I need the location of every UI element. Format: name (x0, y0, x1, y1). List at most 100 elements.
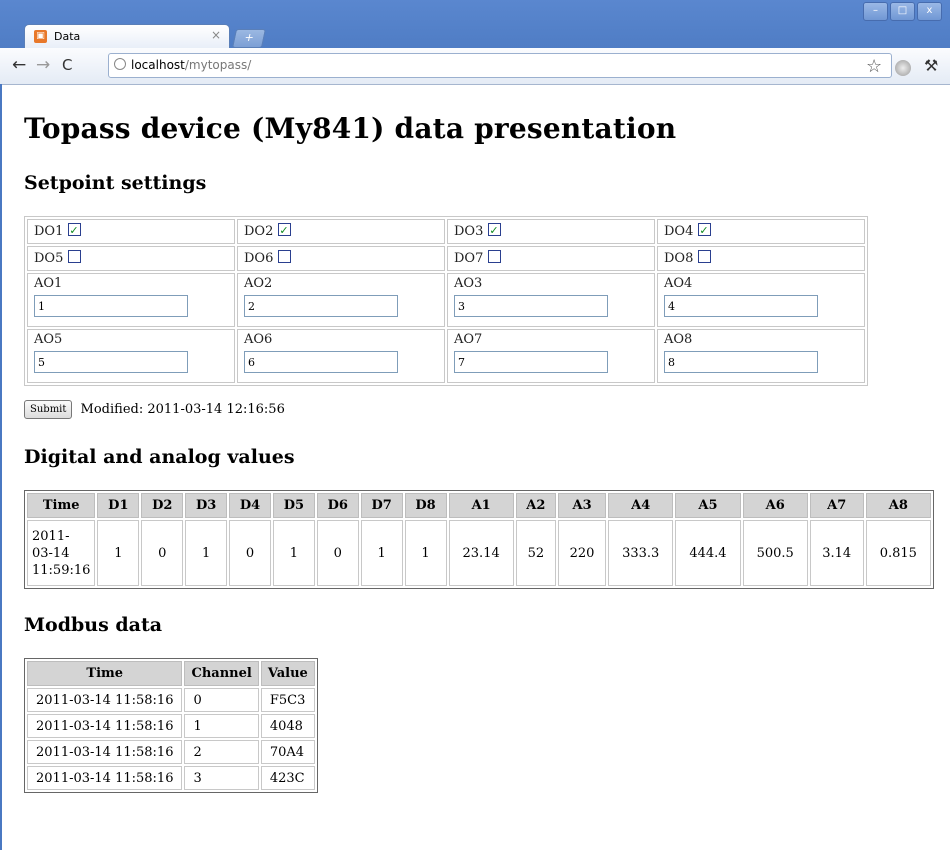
setpoint-table: DO1 DO2 DO3 DO4 DO5 DO6 DO7 DO8 AO1 AO2 … (24, 216, 868, 386)
ao7-input[interactable] (454, 351, 608, 373)
back-button[interactable]: ← (12, 55, 26, 75)
page-title: Topass device (My841) data presentation (24, 112, 677, 145)
values-table: Time D1 D2 D3 D4 D5 D6 D7 D8 A1 A2 A3 A4 A5 A6 A7 A8 201… (24, 490, 934, 589)
modbus-cell: 423C (260, 766, 315, 790)
values-cell: 500.5 (742, 520, 808, 586)
values-row: 2011- 03-14 11:59:16 1 0 1 0 1 0 1 1 23.14 52 220 33… (27, 520, 931, 586)
close-tab-icon[interactable]: × (211, 28, 221, 42)
ao2-input[interactable] (244, 295, 398, 317)
modbus-cell: 2011-03-14 11:58:16 (27, 688, 183, 712)
do-row: DO1 DO2 DO3 DO4 (27, 219, 865, 244)
minimize-button[interactable]: – (863, 2, 888, 21)
do2-checkbox[interactable] (278, 221, 292, 240)
ao1-input[interactable] (34, 295, 188, 317)
bookmark-star-icon[interactable]: ☆ (866, 56, 882, 77)
ao-label: AO4 (664, 276, 693, 291)
do1-checkbox[interactable] (68, 221, 82, 240)
setpoint-heading: Setpoint settings (24, 172, 207, 194)
values-column-header: D4 (229, 493, 271, 518)
do4-checkbox[interactable] (698, 221, 712, 240)
values-cell: 23.14 (448, 520, 514, 586)
ao-cell: AO8 (657, 329, 865, 383)
values-column-header: D3 (185, 493, 228, 518)
do-label: DO7 (454, 251, 484, 266)
do-label: DO2 (244, 224, 274, 239)
modified-timestamp: Modified: 2011-03-14 12:16:56 (80, 402, 285, 417)
do-cell: DO7 (447, 246, 655, 271)
tab-title: Data (54, 30, 81, 43)
do3-checkbox[interactable] (488, 221, 502, 240)
values-cell: 220 (558, 520, 607, 586)
do-cell: DO3 (447, 219, 655, 244)
ao-cell: AO6 (237, 329, 445, 383)
ao8-input[interactable] (664, 351, 818, 373)
values-column-header: D6 (316, 493, 359, 518)
values-time-cell: 2011- 03-14 11:59:16 (27, 520, 96, 586)
modbus-cell: 2011-03-14 11:58:16 (27, 766, 183, 790)
values-column-header: D5 (272, 493, 315, 518)
ao-label: AO6 (244, 332, 273, 347)
modbus-column-header: Value (260, 661, 315, 686)
modbus-table: Time Channel Value 2011-03-14 11:58:16 0 F5C… (24, 658, 318, 793)
values-column-header: A8 (865, 493, 931, 518)
modbus-cell: 1 (184, 714, 259, 738)
values-column-header: A2 (515, 493, 556, 518)
do-label: DO8 (664, 251, 694, 266)
ao-cell: AO2 (237, 273, 445, 327)
ao-row: AO5 AO6 AO7 AO8 (27, 329, 865, 383)
ao-row: AO1 AO2 AO3 AO4 (27, 273, 865, 327)
modbus-column-header: Time (27, 661, 183, 686)
url-text[interactable]: localhost/mytopass/ (131, 58, 251, 72)
ao6-input[interactable] (244, 351, 398, 373)
wrench-icon[interactable]: ⚒ (924, 56, 938, 75)
modbus-cell: 0 (184, 688, 259, 712)
favicon-icon: ▣ (34, 30, 47, 43)
modbus-header-row: Time Channel Value (27, 661, 315, 686)
values-cell: 0 (316, 520, 359, 586)
modbus-heading: Modbus data (24, 614, 163, 636)
values-cell: 1 (360, 520, 403, 586)
maximize-button[interactable]: □ (890, 2, 915, 21)
page-info-icon (114, 58, 126, 70)
submit-button[interactable]: Submit (24, 400, 73, 419)
modbus-cell: 4048 (260, 714, 315, 738)
values-cell: 52 (515, 520, 556, 586)
values-cell: 444.4 (675, 520, 741, 586)
ao-cell: AO3 (447, 273, 655, 327)
do-cell: DO5 (27, 246, 235, 271)
ao3-input[interactable] (454, 295, 608, 317)
values-cell: 0 (141, 520, 184, 586)
ao4-input[interactable] (664, 295, 818, 317)
values-column-header: D8 (404, 493, 447, 518)
values-column-header: D2 (141, 493, 184, 518)
reload-button[interactable]: C (62, 55, 72, 75)
modbus-row: 2011-03-14 11:58:16 3 423C (27, 766, 315, 790)
modbus-cell: F5C3 (260, 688, 315, 712)
submit-row: Submit Modified: 2011-03-14 12:16:56 (24, 400, 285, 419)
do6-checkbox[interactable] (278, 250, 292, 263)
values-column-header: Time (27, 493, 96, 518)
do-label: DO3 (454, 224, 484, 239)
forward-button[interactable]: → (36, 55, 50, 75)
do-cell: DO1 (27, 219, 235, 244)
do5-checkbox[interactable] (68, 250, 82, 263)
values-column-header: A5 (675, 493, 741, 518)
values-column-header: A7 (809, 493, 864, 518)
window-border (0, 84, 2, 850)
values-cell: 333.3 (608, 520, 674, 586)
address-bar[interactable]: localhost/mytopass/ (108, 53, 892, 78)
ao5-input[interactable] (34, 351, 188, 373)
close-window-button[interactable]: x (917, 2, 942, 21)
values-column-header: A4 (608, 493, 674, 518)
ao-label: AO3 (454, 276, 483, 291)
values-cell: 0.815 (865, 520, 931, 586)
values-cell: 1 (272, 520, 315, 586)
browser-tab[interactable]: ▣ Data × (24, 24, 230, 49)
modbus-cell: 3 (184, 766, 259, 790)
new-tab-button[interactable]: + (231, 29, 267, 48)
do8-checkbox[interactable] (698, 250, 712, 263)
ao-cell: AO1 (27, 273, 235, 327)
do7-checkbox[interactable] (488, 250, 502, 263)
page-menu-icon[interactable] (895, 60, 911, 76)
modbus-cell: 2011-03-14 11:58:16 (27, 714, 183, 738)
